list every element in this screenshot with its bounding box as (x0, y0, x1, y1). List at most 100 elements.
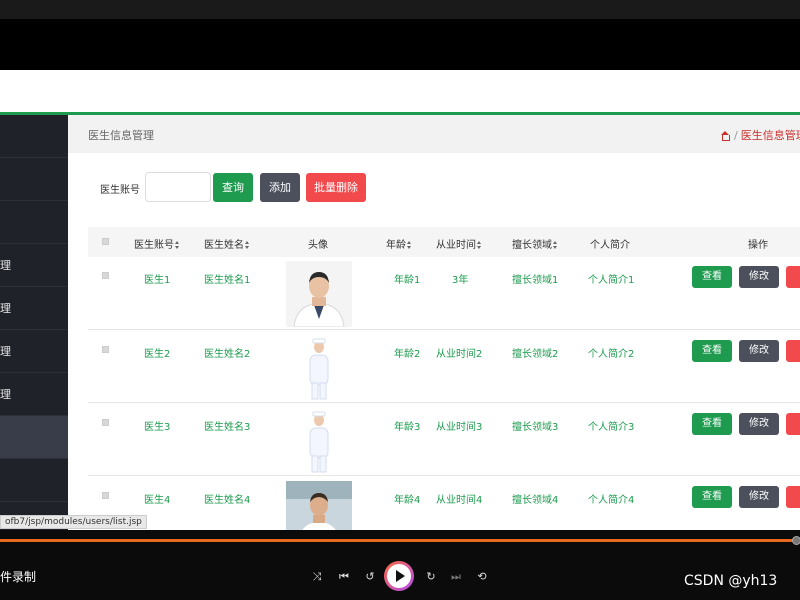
query-button[interactable]: 查询 (213, 173, 253, 202)
doctor-avatar (286, 481, 352, 530)
home-icon[interactable] (720, 131, 730, 141)
sidebar: 理 理 理 理 (0, 115, 68, 530)
cell-specialty: 擅长领域2 (512, 349, 559, 360)
cell-bio: 个人简介2 (588, 349, 635, 360)
cell-name: 医生姓名4 (204, 495, 251, 506)
cell-account: 医生4 (144, 495, 171, 506)
sidebar-item-7[interactable]: 理 (0, 373, 68, 416)
cell-bio: 个人简介4 (588, 495, 635, 506)
rewind-icon[interactable]: ↺ (362, 570, 378, 584)
view-button[interactable]: 查看 (692, 340, 732, 362)
play-button[interactable] (384, 561, 414, 591)
main-content: 医生信息管理 /医生信息管理 医生账号 查询 添加 批量删除 医生账号 医生姓名… (68, 115, 800, 530)
sort-icon (407, 241, 412, 249)
skip-end-icon[interactable]: ⏭ (448, 570, 464, 584)
table-row: 医生4 医生姓名4 年龄4 从业时间4 擅长领域4 个人简介4 查看 修改 (88, 476, 800, 530)
player-title: 件录制 (0, 570, 37, 584)
status-url-tooltip: ofb7/jsp/modules/users/list.jsp (0, 515, 147, 529)
cell-bio: 个人简介3 (588, 422, 635, 433)
skip-start-icon[interactable]: ⏮ (336, 570, 352, 584)
loop-off-icon[interactable]: ⟲ (474, 570, 490, 584)
doctor-photo-icon (286, 261, 352, 327)
window-top-bar (0, 0, 800, 19)
doctor-avatar (286, 335, 352, 401)
sort-icon (553, 241, 558, 249)
shuffle-icon[interactable]: ⤨ (309, 570, 325, 584)
col-specialty[interactable]: 擅长领域 (512, 236, 558, 251)
cell-name: 医生姓名2 (204, 349, 251, 360)
cell-years: 3年 (452, 275, 469, 286)
select-all-checkbox[interactable] (102, 238, 109, 245)
delete-button[interactable] (786, 340, 800, 362)
video-progress-bar[interactable] (0, 539, 800, 542)
cell-specialty: 擅长领域3 (512, 422, 559, 433)
edit-button[interactable]: 修改 (739, 266, 779, 288)
batch-delete-button[interactable]: 批量删除 (306, 173, 366, 202)
breadcrumb-current: 医生信息管理 (740, 129, 800, 142)
cell-account: 医生3 (144, 422, 171, 433)
search-label: 医生账号 (100, 185, 140, 196)
row-checkbox[interactable] (102, 419, 109, 426)
page-title: 医生信息管理 (88, 129, 154, 142)
cell-bio: 个人简介1 (588, 275, 635, 286)
sidebar-item-9[interactable] (0, 459, 68, 502)
view-button[interactable]: 查看 (692, 486, 732, 508)
cell-name: 医生姓名3 (204, 422, 251, 433)
forward-icon[interactable]: ↻ (423, 570, 439, 584)
view-button[interactable]: 查看 (692, 413, 732, 435)
edit-button[interactable]: 修改 (739, 340, 779, 362)
delete-button[interactable] (786, 486, 800, 508)
delete-button[interactable] (786, 266, 800, 288)
sidebar-item-6[interactable]: 理 (0, 330, 68, 373)
col-avatar: 头像 (308, 240, 328, 251)
doctor-avatar (286, 261, 352, 327)
app-header (0, 70, 800, 112)
sort-icon (477, 241, 482, 249)
edit-button[interactable]: 修改 (739, 413, 779, 435)
cell-years: 从业时间2 (436, 349, 483, 360)
nurse-photo-icon (286, 335, 352, 401)
sort-icon (245, 241, 250, 249)
col-age[interactable]: 年龄 (386, 236, 412, 251)
sidebar-item-3[interactable] (0, 201, 68, 244)
row-checkbox[interactable] (102, 492, 109, 499)
cell-age: 年龄4 (394, 495, 421, 506)
sidebar-item-5[interactable]: 理 (0, 287, 68, 330)
doctor-photo-icon (286, 481, 352, 530)
app-window: 理 理 理 理 医生信息管理 /医生信息管理 医生账号 查询 添加 批量删除 医… (0, 70, 800, 530)
cell-years: 从业时间4 (436, 495, 483, 506)
sidebar-item-2[interactable] (0, 158, 68, 201)
sidebar-item-4[interactable]: 理 (0, 244, 68, 287)
cell-age: 年龄1 (394, 275, 421, 286)
col-years[interactable]: 从业时间 (436, 236, 482, 251)
nurse-photo-icon (286, 408, 352, 474)
col-account[interactable]: 医生账号 (134, 236, 180, 251)
view-button[interactable]: 查看 (692, 266, 732, 288)
row-checkbox[interactable] (102, 346, 109, 353)
cell-age: 年龄3 (394, 422, 421, 433)
doctor-avatar (286, 408, 352, 474)
col-ops: 操作 (748, 240, 768, 251)
watermark: CSDN @yh13 (684, 573, 778, 589)
play-icon (396, 570, 405, 582)
row-checkbox[interactable] (102, 272, 109, 279)
delete-button[interactable] (786, 413, 800, 435)
cell-years: 从业时间3 (436, 422, 483, 433)
table-row: 医生3 医生姓名3 年龄3 从业时间3 擅长领域3 个人简介3 查看 修改 (88, 403, 800, 476)
table-row: 医生2 医生姓名2 年龄2 从业时间2 擅长领域2 个人简介2 查看 修改 (88, 330, 800, 403)
breadcrumb-bar: 医生信息管理 /医生信息管理 (68, 115, 800, 153)
cell-account: 医生2 (144, 349, 171, 360)
table-header: 医生账号 医生姓名 头像 年龄 从业时间 擅长领域 个人简介 操作 (88, 227, 800, 257)
edit-button[interactable]: 修改 (739, 486, 779, 508)
col-bio: 个人简介 (590, 240, 630, 251)
sidebar-item-8[interactable] (0, 416, 68, 459)
sidebar-item-1[interactable] (0, 115, 68, 158)
col-name[interactable]: 医生姓名 (204, 236, 250, 251)
progress-handle[interactable] (792, 536, 800, 545)
search-input[interactable] (145, 172, 211, 202)
sort-icon (175, 241, 180, 249)
play-button-face (387, 564, 411, 588)
cell-age: 年龄2 (394, 349, 421, 360)
cell-name: 医生姓名1 (204, 275, 251, 286)
add-button[interactable]: 添加 (260, 173, 300, 202)
